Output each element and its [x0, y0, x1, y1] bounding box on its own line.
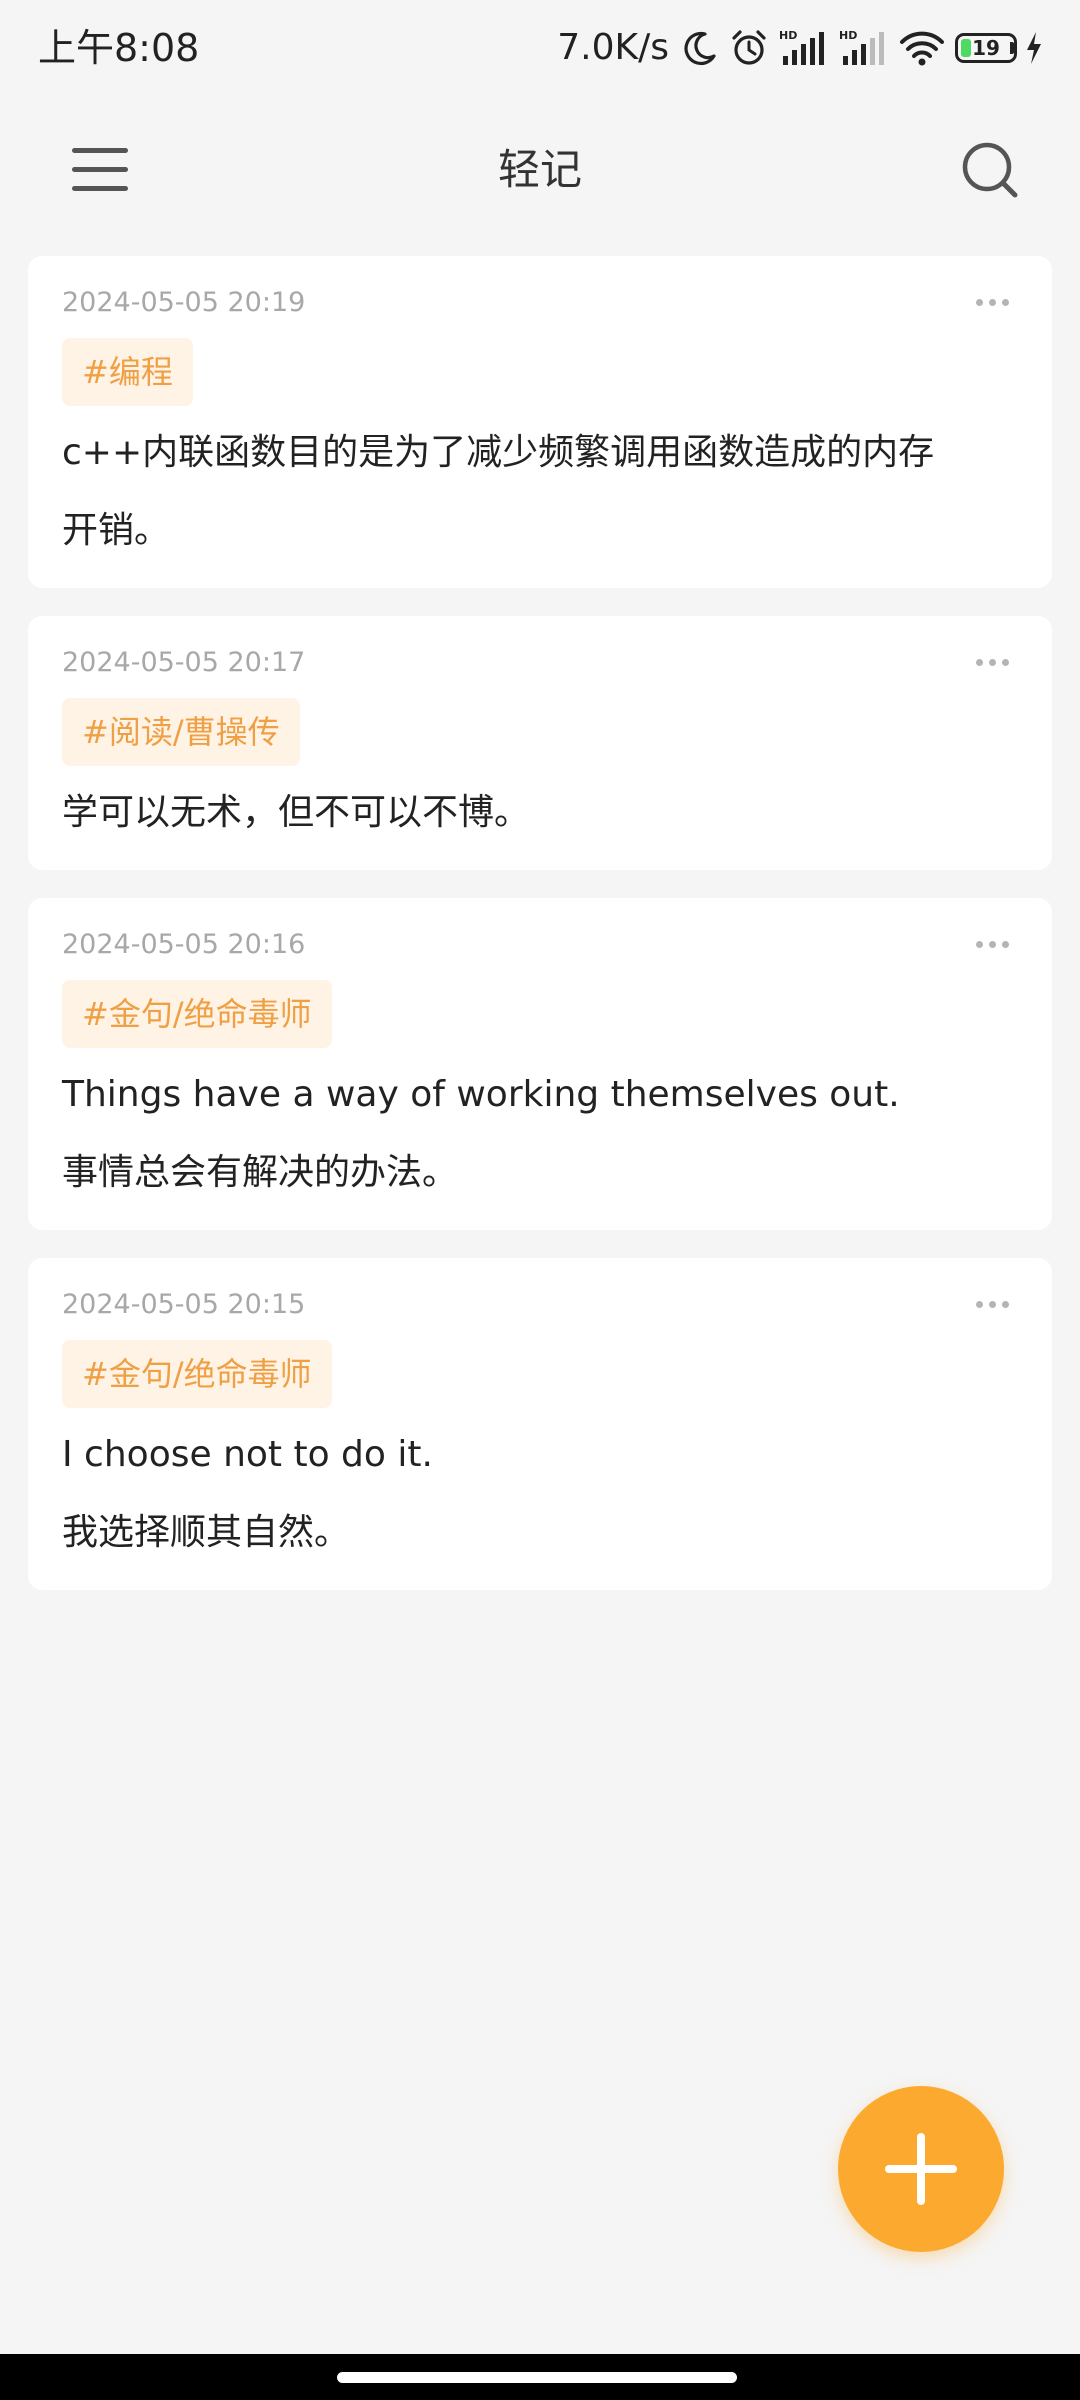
- battery-icon: 19: [955, 33, 1017, 63]
- charging-icon: [1024, 31, 1044, 65]
- network-speed: 7.0K/s: [557, 27, 669, 68]
- more-dots-icon: [975, 1300, 1009, 1308]
- signal-hd-icon: HD: [779, 28, 829, 68]
- add-note-button[interactable]: [838, 2086, 1004, 2252]
- svg-text:HD: HD: [779, 29, 797, 42]
- page-title: 轻记: [497, 145, 582, 194]
- note-card[interactable]: 2024-05-05 20:19 #编程 c++内联函数目的是为了减少频繁调用函…: [28, 256, 1052, 588]
- more-options-button[interactable]: [962, 1284, 1022, 1324]
- alarm-icon: [729, 28, 769, 68]
- more-dots-icon: [975, 658, 1009, 666]
- app-bar: 轻记: [0, 100, 1080, 240]
- more-dots-icon: [975, 940, 1009, 948]
- svg-text:HD: HD: [839, 29, 857, 42]
- signal-hd-icon: HD: [839, 28, 889, 68]
- more-options-button[interactable]: [962, 642, 1022, 682]
- navigation-gesture-bar: [0, 2354, 1080, 2400]
- note-content: Things have a way of working themselves …: [62, 1056, 1018, 1212]
- plus-icon: [885, 2133, 957, 2205]
- note-date: 2024-05-05 20:16: [62, 929, 306, 960]
- status-icons: 7.0K/s HD HD 19: [557, 22, 1044, 74]
- note-card[interactable]: 2024-05-05 20:15 #金句/绝命毒师 I choose not t…: [28, 1258, 1052, 1590]
- note-content: I choose not to do it. 我选择顺其自然。: [62, 1416, 1018, 1572]
- more-dots-icon: [975, 298, 1009, 306]
- status-time: 上午8:08: [38, 26, 200, 70]
- note-date: 2024-05-05 20:19: [62, 287, 306, 318]
- note-text-line: 开销。: [62, 510, 171, 551]
- battery-level: 19: [972, 36, 1000, 60]
- note-date: 2024-05-05 20:15: [62, 1289, 306, 1320]
- note-list: 2024-05-05 20:19 #编程 c++内联函数目的是为了减少频繁调用函…: [28, 256, 1052, 1618]
- note-text-line: 我选择顺其自然。: [62, 1512, 351, 1553]
- note-text-line: I choose not to do it.: [62, 1434, 433, 1475]
- wifi-icon: [899, 28, 945, 68]
- note-tag[interactable]: #编程: [62, 338, 193, 406]
- note-tag[interactable]: #金句/绝命毒师: [62, 1340, 332, 1408]
- note-text-line: 事情总会有解决的办法。: [62, 1152, 459, 1193]
- home-gesture-handle[interactable]: [337, 2372, 737, 2383]
- search-icon: [962, 142, 1018, 198]
- more-options-button[interactable]: [962, 924, 1022, 964]
- more-options-button[interactable]: [962, 282, 1022, 322]
- note-text-line: 学可以无术，但不可以不博。: [62, 792, 531, 833]
- moon-icon: [681, 29, 719, 67]
- search-button[interactable]: [950, 130, 1030, 210]
- note-card[interactable]: 2024-05-05 20:17 #阅读/曹操传 学可以无术，但不可以不博。: [28, 616, 1052, 870]
- status-bar: 上午8:08 7.0K/s HD HD 19: [0, 0, 1080, 96]
- note-text-line: Things have a way of working themselves …: [62, 1074, 900, 1115]
- note-card[interactable]: 2024-05-05 20:16 #金句/绝命毒师 Things have a …: [28, 898, 1052, 1230]
- note-tag[interactable]: #阅读/曹操传: [62, 698, 300, 766]
- note-tag[interactable]: #金句/绝命毒师: [62, 980, 332, 1048]
- note-content: c++内联函数目的是为了减少频繁调用函数造成的内存 开销。: [62, 414, 1018, 570]
- note-date: 2024-05-05 20:17: [62, 647, 306, 678]
- note-text-line: c++内联函数目的是为了减少频繁调用函数造成的内存: [62, 432, 935, 473]
- note-content: 学可以无术，但不可以不博。: [62, 774, 1018, 852]
